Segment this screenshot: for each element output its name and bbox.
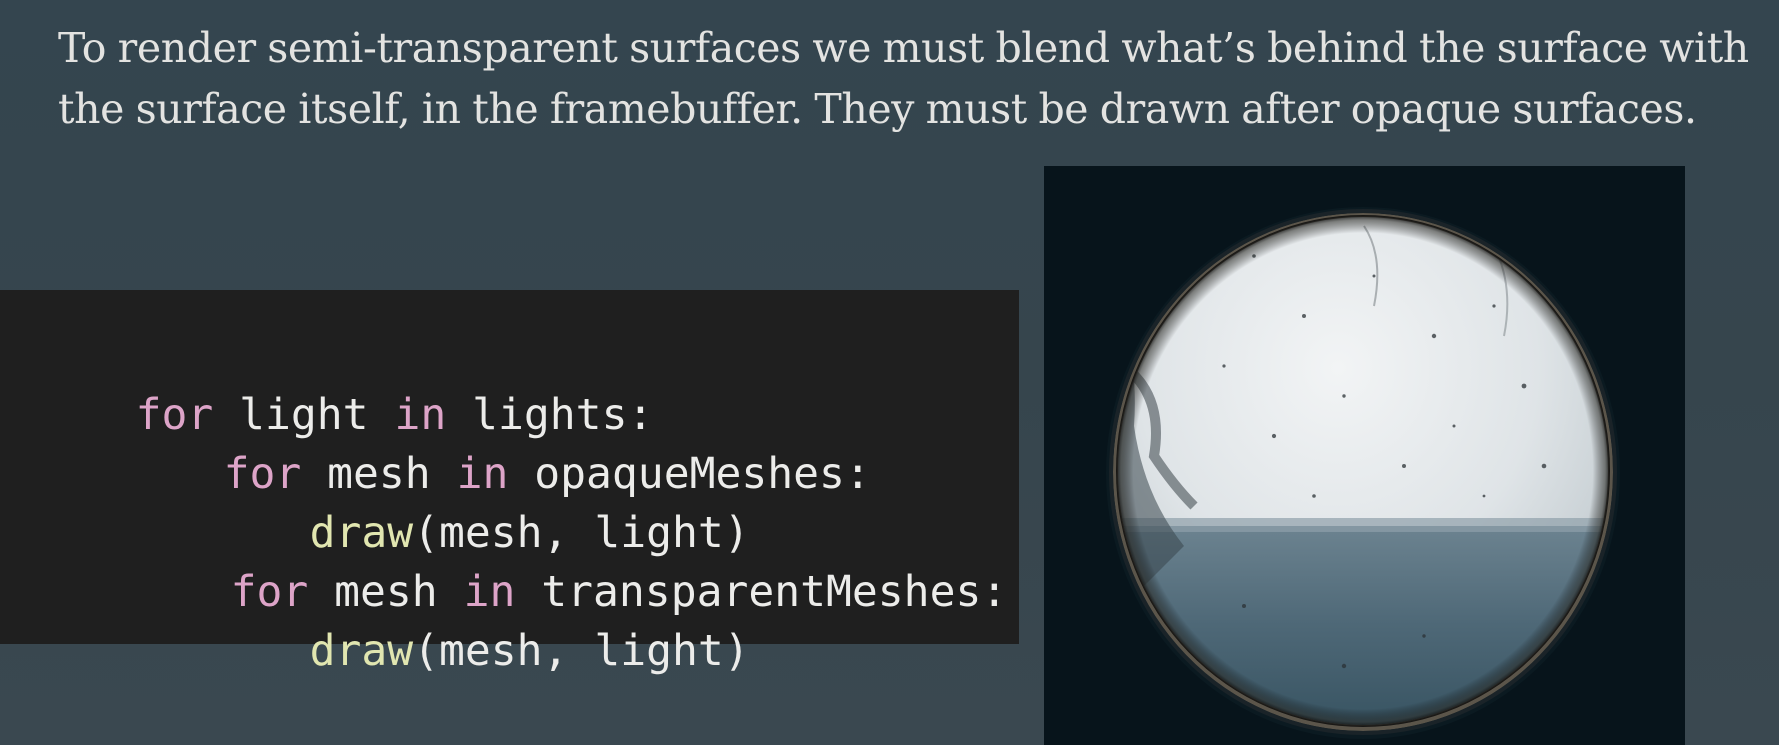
- code-line: draw(mesh, light): [206, 561, 750, 676]
- code-line: draw(mesh, light): [206, 443, 750, 558]
- porthole-photo: [1044, 166, 1685, 745]
- code-block: for light in lights: for mesh in opaqueM…: [0, 290, 1019, 676]
- code-line: for mesh in transparentMeshes:: [127, 502, 1008, 617]
- code-line: for mesh in opaqueMeshes:: [120, 384, 871, 499]
- intro-paragraph: To render semi-transparent surfaces we m…: [58, 24, 1749, 133]
- code-line: for light in lights:: [32, 325, 654, 440]
- code-text: (mesh, light): [413, 626, 750, 676]
- porthole-window-photo-icon: [1044, 166, 1685, 745]
- code-function: draw: [309, 626, 414, 676]
